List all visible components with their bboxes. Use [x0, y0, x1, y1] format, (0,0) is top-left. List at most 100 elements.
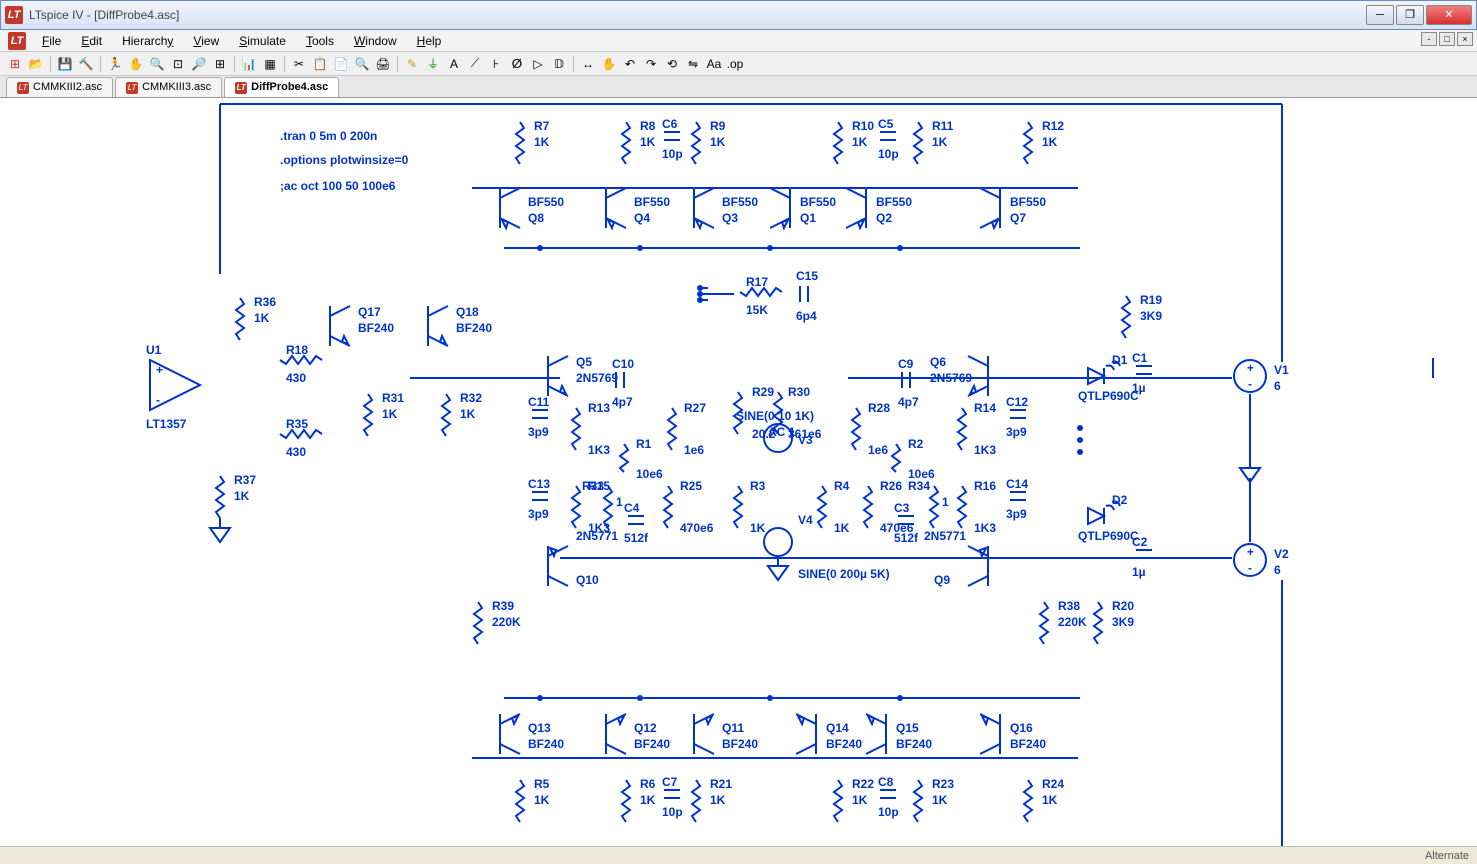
svg-text:R8: R8 — [640, 119, 656, 133]
new-schematic-icon[interactable]: ⊞ — [6, 55, 24, 73]
svg-text:BF550: BF550 — [876, 195, 912, 209]
maximize-button[interactable]: ❐ — [1396, 5, 1424, 25]
save-icon[interactable]: 💾 — [56, 55, 74, 73]
menu-hierarchy[interactable]: Hierarchy — [114, 32, 181, 50]
svg-text:C4: C4 — [624, 501, 640, 515]
find-icon[interactable]: 🔍 — [353, 55, 371, 73]
copy-icon[interactable]: 📋 — [311, 55, 329, 73]
redo-icon[interactable]: ↷ — [642, 55, 660, 73]
diode-icon[interactable]: ▷ — [529, 55, 547, 73]
svg-text:3p9: 3p9 — [1006, 507, 1027, 521]
label-icon[interactable]: A — [445, 55, 463, 73]
menu-help[interactable]: Help — [409, 32, 450, 50]
svg-text:1: 1 — [616, 495, 623, 509]
svg-text:D1: D1 — [1112, 353, 1128, 367]
undo-icon[interactable]: ↶ — [621, 55, 639, 73]
cut-icon[interactable]: ✂ — [290, 55, 308, 73]
svg-text:R5: R5 — [534, 777, 550, 791]
menu-tools[interactable]: Tools — [298, 32, 342, 50]
svg-text:15K: 15K — [746, 303, 768, 317]
mdi-minimize-button[interactable]: - — [1421, 32, 1437, 46]
control-panel-icon[interactable]: 🔨 — [77, 55, 95, 73]
close-button[interactable]: ✕ — [1426, 5, 1472, 25]
tab-diffprobe4[interactable]: LTDiffProbe4.asc — [224, 77, 339, 97]
open-icon[interactable]: 📂 — [27, 55, 45, 73]
tile-icon[interactable]: ▦ — [261, 55, 279, 73]
svg-text:BF550: BF550 — [1010, 195, 1046, 209]
print-icon[interactable]: 🖨 — [374, 55, 392, 73]
menu-simulate[interactable]: Simulate — [231, 32, 294, 50]
spice-directive[interactable]: ;ac oct 100 50 100e6 — [280, 179, 396, 193]
svg-text:2N5769: 2N5769 — [576, 371, 618, 385]
text-icon[interactable]: Aa — [705, 55, 723, 73]
wire-icon[interactable]: ✎ — [403, 55, 421, 73]
spice-directive[interactable]: .options plotwinsize=0 — [280, 153, 409, 167]
mdi-close-button[interactable]: × — [1457, 32, 1473, 46]
svg-text:1K: 1K — [534, 135, 550, 149]
zoom-fit-icon[interactable]: ⊞ — [211, 55, 229, 73]
svg-text:C5: C5 — [878, 117, 894, 131]
zoom-in-icon[interactable]: 🔍 — [148, 55, 166, 73]
svg-text:Q18: Q18 — [456, 305, 479, 319]
svg-text:1K: 1K — [1042, 135, 1058, 149]
minimize-button[interactable]: ─ — [1366, 5, 1394, 25]
drag-icon[interactable]: ✋ — [600, 55, 618, 73]
paste-icon[interactable]: 📄 — [332, 55, 350, 73]
svg-text:Q7: Q7 — [1010, 211, 1026, 225]
svg-text:R11: R11 — [932, 119, 954, 133]
svg-text:BF550: BF550 — [634, 195, 670, 209]
svg-text:C2: C2 — [1132, 535, 1148, 549]
svg-text:SINE(0 10 1K): SINE(0 10 1K) — [736, 409, 814, 423]
tab-label: CMMKIII3.asc — [142, 78, 211, 97]
svg-text:BF240: BF240 — [358, 321, 394, 335]
svg-text:C15: C15 — [796, 269, 818, 283]
menu-edit[interactable]: Edit — [73, 32, 110, 50]
tab-cmmkiii3[interactable]: LTCMMKIII3.asc — [115, 77, 222, 97]
svg-text:220K: 220K — [1058, 615, 1087, 629]
menu-window[interactable]: Window — [346, 32, 405, 50]
inductor-icon[interactable]: ⵁ — [508, 55, 526, 73]
svg-text:1e6: 1e6 — [684, 443, 704, 457]
svg-text:1e6: 1e6 — [868, 443, 888, 457]
svg-text:1K: 1K — [834, 521, 850, 535]
svg-text:R37: R37 — [234, 473, 256, 487]
spice-directive-icon[interactable]: .op — [726, 55, 744, 73]
run-icon[interactable]: 🏃 — [106, 55, 124, 73]
mirror-icon[interactable]: ⇋ — [684, 55, 702, 73]
svg-text:BF240: BF240 — [634, 737, 670, 751]
menu-view[interactable]: View — [185, 32, 227, 50]
pan-icon[interactable]: ⊡ — [169, 55, 187, 73]
svg-text:1K: 1K — [640, 135, 656, 149]
mdi-restore-button[interactable]: □ — [1439, 32, 1455, 46]
rotate-icon[interactable]: ⟲ — [663, 55, 681, 73]
toolbar: ⊞ 📂 💾 🔨 🏃 ✋ 🔍 ⊡ 🔎 ⊞ 📊 ▦ ✂ 📋 📄 🔍 🖨 ✎ ⏚ A … — [0, 52, 1477, 76]
autorange-icon[interactable]: 📊 — [240, 55, 258, 73]
svg-text:+: + — [1247, 361, 1254, 375]
svg-text:1K: 1K — [640, 793, 656, 807]
svg-text:1K3: 1K3 — [588, 443, 610, 457]
component-icon[interactable]: 𝔻 — [550, 55, 568, 73]
svg-text:1K: 1K — [710, 793, 726, 807]
svg-text:512f: 512f — [894, 531, 919, 545]
spice-directive[interactable]: .tran 0 5m 0 200n — [280, 129, 377, 143]
resistor-icon[interactable]: ⟋ — [466, 55, 484, 73]
capacitor-icon[interactable]: ⊦ — [487, 55, 505, 73]
svg-text:R22: R22 — [852, 777, 874, 791]
menu-file[interactable]: File — [34, 32, 69, 50]
svg-text:BF240: BF240 — [722, 737, 758, 751]
schematic-canvas[interactable]: .tran 0 5m 0 200n .options plotwinsize=0… — [0, 98, 1477, 846]
svg-text:Q10: Q10 — [576, 573, 599, 587]
svg-text:R3: R3 — [750, 479, 766, 493]
tab-cmmkiii2[interactable]: LTCMMKIII2.asc — [6, 77, 113, 97]
move-icon[interactable]: ↔ — [579, 55, 597, 73]
svg-text:R35: R35 — [286, 417, 308, 431]
statusbar: Alternate — [0, 846, 1477, 864]
svg-text:+: + — [1247, 545, 1254, 559]
halt-icon[interactable]: ✋ — [127, 55, 145, 73]
ground-icon[interactable]: ⏚ — [424, 55, 442, 73]
svg-text:C10: C10 — [612, 357, 634, 371]
svg-text:3p9: 3p9 — [528, 507, 549, 521]
svg-text:BF240: BF240 — [528, 737, 564, 751]
zoom-out-icon[interactable]: 🔎 — [190, 55, 208, 73]
schematic-icon: LT — [17, 82, 29, 94]
